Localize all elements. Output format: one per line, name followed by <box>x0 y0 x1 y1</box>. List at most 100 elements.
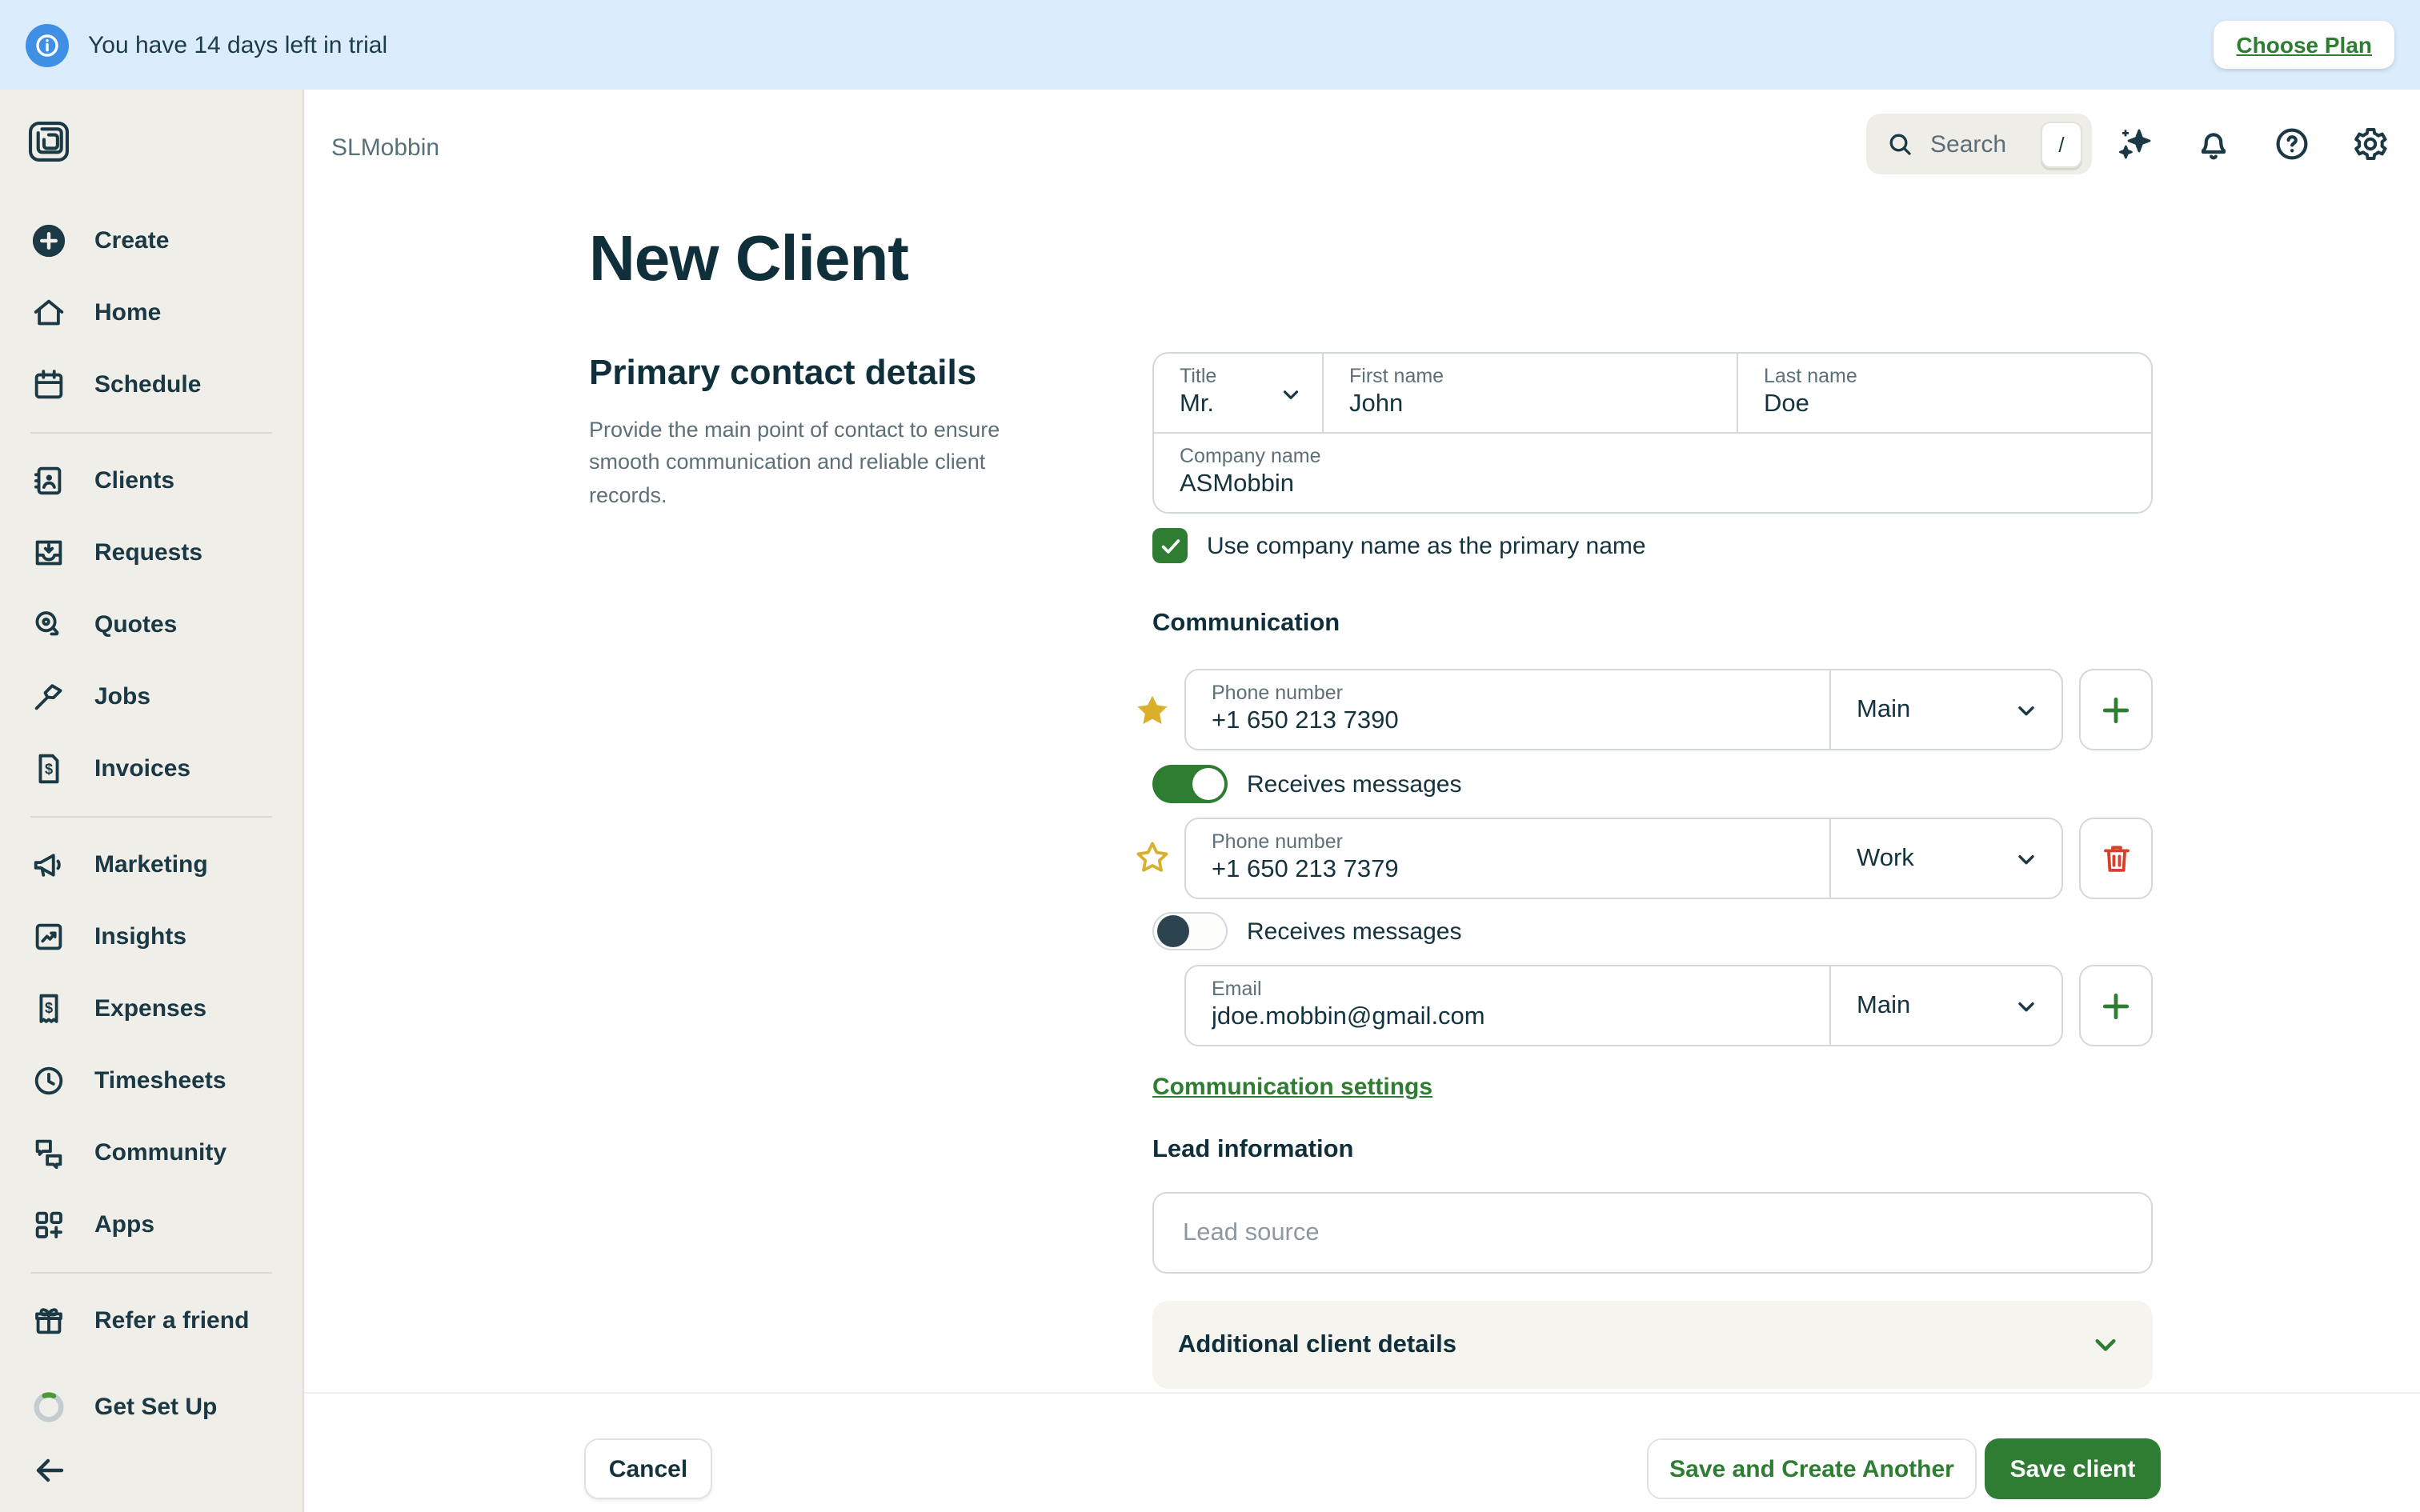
company-name-input[interactable] <box>1180 470 2088 499</box>
primary-contact-description: Provide the main point of contact to ens… <box>589 418 1000 506</box>
receives-messages-toggle-off[interactable] <box>1152 912 1228 950</box>
use-company-name-row: Use company name as the primary name <box>1152 528 1646 563</box>
sidebar-item-home[interactable]: Home <box>0 277 302 349</box>
svg-text:$: $ <box>45 762 53 778</box>
first-name-input[interactable] <box>1349 390 1702 419</box>
sidebar-item-refer-a-friend[interactable]: Refer a friend <box>0 1285 302 1357</box>
chevron-down-icon <box>2018 705 2034 715</box>
cancel-button[interactable]: Cancel <box>584 1438 712 1499</box>
chevron-down-icon <box>2018 1001 2034 1011</box>
primary-star-icon[interactable] <box>1133 691 1172 730</box>
sidebar-item-create[interactable]: Create <box>0 205 302 277</box>
title-select[interactable]: Title Mr. <box>1154 354 1322 432</box>
last-name-field[interactable]: Last name <box>1737 354 2151 432</box>
header-icon-row <box>2116 125 2390 163</box>
first-name-field[interactable]: First name <box>1322 354 1737 432</box>
add-phone-button[interactable] <box>2079 669 2153 750</box>
sidebar-divider <box>30 1272 272 1274</box>
phone-number-input-2[interactable] <box>1212 856 1796 885</box>
phone-type-select[interactable]: Main <box>1829 670 2061 749</box>
sidebar: Create Home Schedule Clients Requests Qu… <box>0 90 304 1512</box>
chevron-down-icon <box>2095 1339 2116 1351</box>
phone-row-2: Phone number Work <box>1184 818 2063 899</box>
phone-number-field[interactable]: Phone number <box>1186 670 1829 749</box>
sidebar-item-marketing[interactable]: Marketing <box>0 829 302 901</box>
sidebar-item-timesheets[interactable]: Timesheets <box>0 1045 302 1117</box>
info-icon <box>26 23 69 66</box>
page-title: New Client <box>589 224 909 294</box>
communication-heading: Communication <box>1152 610 1340 637</box>
choose-plan-button[interactable]: Choose Plan <box>2214 21 2394 69</box>
search-icon <box>1885 130 1914 158</box>
help-icon[interactable] <box>2273 125 2311 163</box>
chat-bubbles-icon <box>30 1134 67 1171</box>
search-shortcut-key: / <box>2041 121 2082 167</box>
plus-icon <box>2102 992 2130 1019</box>
email-type-select[interactable]: Main <box>1829 966 2061 1045</box>
clock-icon <box>30 1062 67 1099</box>
delete-phone-button[interactable] <box>2079 818 2153 899</box>
search-input[interactable] <box>1927 129 2028 159</box>
additional-client-details-expander[interactable]: Additional client details <box>1152 1301 2153 1389</box>
company-name-field[interactable]: Company name <box>1154 434 2151 514</box>
collapse-sidebar-icon[interactable] <box>30 1451 69 1490</box>
receives-messages-row-1: Receives messages <box>1152 765 1461 803</box>
primary-contact-heading: Primary contact details <box>589 352 977 392</box>
use-company-name-checkbox[interactable] <box>1152 528 1188 563</box>
trash-icon <box>2103 846 2129 872</box>
sidebar-item-requests[interactable]: Requests <box>0 517 302 589</box>
phone-type-select-2[interactable]: Work <box>1829 819 2061 898</box>
trial-banner: You have 14 days left in trial Choose Pl… <box>0 0 2420 90</box>
app-window: You have 14 days left in trial Choose Pl… <box>0 0 2420 1512</box>
gift-icon <box>30 1302 67 1339</box>
home-icon <box>30 294 67 331</box>
name-field-group: Title Mr. First name Last name Company n… <box>1152 352 2153 514</box>
calendar-icon <box>30 366 67 403</box>
receives-messages-row-2: Receives messages <box>1152 912 1461 950</box>
trial-message: You have 14 days left in trial <box>88 31 388 58</box>
sidebar-item-apps[interactable]: Apps <box>0 1189 302 1261</box>
sparkles-ai-icon[interactable] <box>2116 125 2154 163</box>
last-name-input[interactable] <box>1764 390 2117 419</box>
inbox-request-icon <box>30 534 67 571</box>
email-row: Email Main <box>1184 965 2063 1046</box>
lead-source-field[interactable] <box>1152 1192 2153 1274</box>
chart-icon <box>30 918 67 955</box>
receipt-icon: $ <box>30 990 67 1027</box>
account-name: SLMobbin <box>331 134 440 162</box>
settings-gear-icon[interactable] <box>2351 125 2390 163</box>
megaphone-icon <box>30 846 67 883</box>
email-field[interactable]: Email <box>1186 966 1829 1045</box>
secondary-star-icon[interactable] <box>1133 838 1172 877</box>
save-client-button[interactable]: Save client <box>1985 1438 2161 1499</box>
receives-messages-toggle-on[interactable] <box>1152 765 1228 803</box>
app-logo-icon <box>26 118 72 173</box>
sidebar-item-clients[interactable]: Clients <box>0 445 302 517</box>
communication-settings-link[interactable]: Communication settings <box>1152 1074 1432 1101</box>
sidebar-item-quotes[interactable]: Quotes <box>0 589 302 661</box>
sidebar-item-expenses[interactable]: $ Expenses <box>0 973 302 1045</box>
address-book-icon <box>30 462 67 499</box>
invoice-icon: $ <box>30 750 67 787</box>
sidebar-item-jobs[interactable]: Jobs <box>0 661 302 733</box>
save-and-create-another-button[interactable]: Save and Create Another <box>1647 1438 1977 1499</box>
search-bar[interactable]: / <box>1866 114 2092 174</box>
chevron-down-icon <box>1279 382 1303 414</box>
sidebar-item-get-set-up[interactable]: Get Set Up <box>0 1371 302 1443</box>
footer-bar: Cancel Save and Create Another Save clie… <box>304 1392 2420 1512</box>
hammer-icon <box>30 678 67 715</box>
lead-source-input[interactable] <box>1180 1217 2126 1249</box>
sidebar-item-insights[interactable]: Insights <box>0 901 302 973</box>
use-company-name-label: Use company name as the primary name <box>1207 532 1646 559</box>
email-input[interactable] <box>1212 1003 1796 1032</box>
notifications-bell-icon[interactable] <box>2194 125 2233 163</box>
phone-number-field[interactable]: Phone number <box>1186 819 1829 898</box>
sidebar-divider <box>30 816 272 818</box>
sidebar-item-community[interactable]: Community <box>0 1117 302 1189</box>
sidebar-divider <box>30 432 272 434</box>
add-email-button[interactable] <box>2079 965 2153 1046</box>
sidebar-item-schedule[interactable]: Schedule <box>0 349 302 421</box>
lead-information-heading: Lead information <box>1152 1136 1354 1163</box>
phone-number-input[interactable] <box>1212 707 1796 736</box>
sidebar-item-invoices[interactable]: $ Invoices <box>0 733 302 805</box>
